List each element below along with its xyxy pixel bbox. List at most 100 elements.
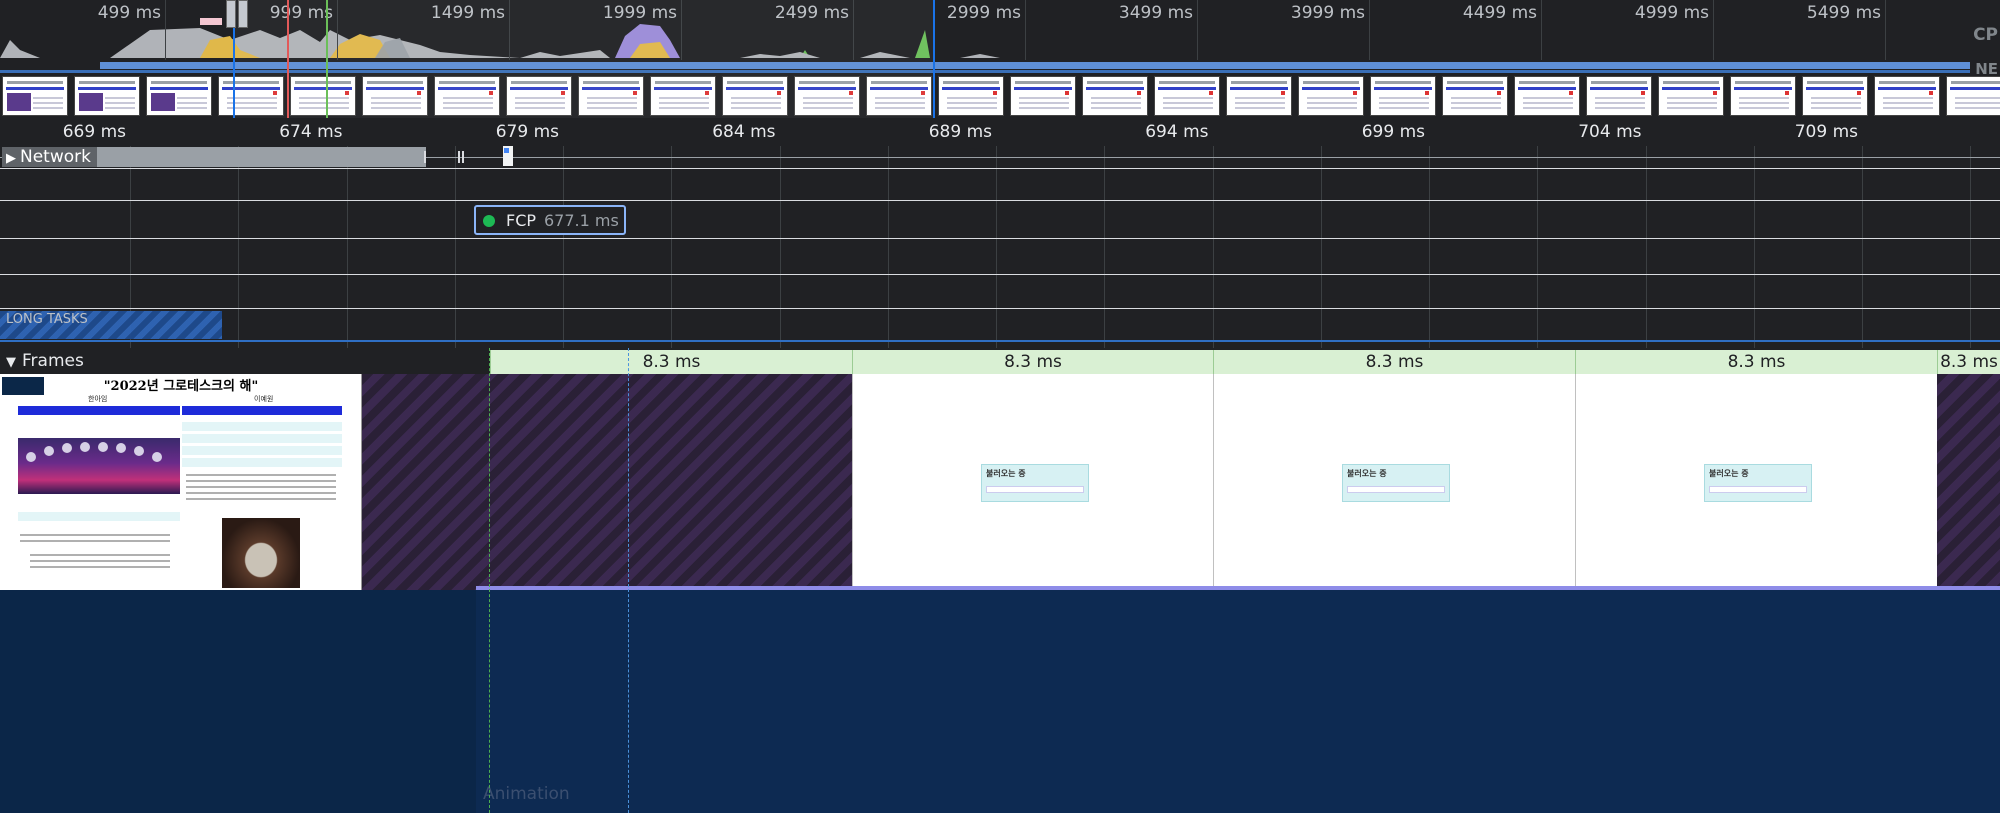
filmstrip-thumbnail[interactable] bbox=[1370, 76, 1436, 116]
ruler-tick-label: 689 ms bbox=[928, 122, 992, 142]
overview-tick-label: 5499 ms bbox=[1806, 3, 1881, 23]
frame-dropped[interactable] bbox=[1937, 374, 2000, 590]
ruler-tick-label: 669 ms bbox=[62, 122, 126, 142]
page-text-line bbox=[186, 498, 336, 500]
thumbnail-part bbox=[1159, 81, 1215, 84]
filmstrip-thumbnail[interactable] bbox=[1082, 76, 1148, 116]
timeline-overview[interactable]: 499 ms 999 ms 1499 ms 1999 ms 2499 ms 2999 ms… bbox=[0, 0, 2000, 121]
moon-icon bbox=[98, 442, 108, 452]
frame-duration[interactable]: 8.3 ms bbox=[490, 350, 852, 374]
thumbnail-line bbox=[1451, 107, 1501, 109]
filmstrip-thumbnail[interactable] bbox=[1658, 76, 1724, 116]
track-separator bbox=[0, 274, 2000, 275]
filmstrip-thumbnail[interactable] bbox=[1586, 76, 1652, 116]
thumbnail-line bbox=[1883, 102, 1933, 104]
overview-red-marker bbox=[287, 0, 289, 118]
overview-selection-window[interactable] bbox=[233, 0, 935, 118]
filmstrip-thumbnail[interactable] bbox=[1226, 76, 1292, 116]
frame-duration[interactable]: 8.3 ms bbox=[1575, 350, 1937, 374]
thumbnail-part bbox=[1086, 87, 1144, 90]
frames-track-toggle[interactable]: ▼ Frames bbox=[6, 351, 84, 371]
thumbnail-line bbox=[1955, 97, 2000, 99]
thumbnail-part bbox=[1569, 91, 1573, 95]
filmstrip-thumbnail[interactable] bbox=[2, 76, 68, 116]
network-request-bar[interactable] bbox=[54, 147, 426, 167]
thumbnail-line bbox=[1739, 97, 1789, 99]
thumbnail-part bbox=[1281, 91, 1285, 95]
selection-right-handle[interactable] bbox=[238, 0, 248, 28]
thumbnail-part bbox=[1015, 81, 1071, 84]
thumbnail-part bbox=[1807, 81, 1863, 84]
ruler-tick-label: 699 ms bbox=[1361, 122, 1425, 142]
moon-icon bbox=[44, 446, 54, 456]
filmstrip-thumbnail[interactable] bbox=[938, 76, 1004, 116]
frame-dropped[interactable] bbox=[362, 374, 852, 590]
thumbnail-line bbox=[1019, 97, 1069, 99]
page-screenshot-title: "2022년 그로테스크의 해" bbox=[103, 379, 259, 394]
frame-screenshot[interactable]: 불러오는 중 bbox=[852, 374, 1213, 590]
network-track-title: Network bbox=[20, 147, 91, 167]
thumbnail-line bbox=[177, 97, 207, 99]
thumbnail-part bbox=[1951, 81, 2000, 84]
loading-text: 불러오는 중 bbox=[1347, 469, 1387, 478]
thumbnail-part bbox=[1663, 81, 1719, 84]
filmstrip-thumbnail[interactable] bbox=[1010, 76, 1076, 116]
chevron-down-icon: ▼ bbox=[6, 355, 16, 370]
frame-page-screenshot[interactable]: "2022년 그로테스크의 해" 한아임 이예원 bbox=[0, 374, 362, 590]
thumbnail-part bbox=[1302, 87, 1360, 90]
animation-selection-bar[interactable] bbox=[476, 586, 2000, 590]
thumbnail-part bbox=[1641, 91, 1645, 95]
thumbnail-part bbox=[942, 87, 1000, 90]
filmstrip-thumbnail[interactable] bbox=[1298, 76, 1364, 116]
filmstrip-thumbnail[interactable] bbox=[146, 76, 212, 116]
filmstrip-thumbnail[interactable] bbox=[1154, 76, 1220, 116]
filmstrip-thumbnail[interactable] bbox=[1730, 76, 1796, 116]
page-row bbox=[182, 434, 342, 443]
thumbnail-line bbox=[1883, 107, 1933, 109]
page-text-line bbox=[20, 540, 170, 542]
page-text-line bbox=[30, 560, 170, 562]
filmstrip-thumbnail[interactable] bbox=[1442, 76, 1508, 116]
page-blue-band bbox=[182, 406, 342, 415]
fcp-marker[interactable]: FCP 677.1 ms bbox=[474, 205, 626, 235]
network-track-toggle[interactable]: ▶ Network bbox=[2, 147, 97, 167]
thumbnail-part bbox=[1137, 91, 1141, 95]
frame-screenshot[interactable]: 불러오는 중 bbox=[1213, 374, 1575, 590]
thumbnail-line bbox=[177, 107, 207, 109]
filmstrip-thumbnail[interactable] bbox=[1946, 76, 2000, 116]
thumbnail-part bbox=[1591, 81, 1647, 84]
thumbnail-line bbox=[105, 102, 135, 104]
fcp-marker-line bbox=[489, 348, 490, 813]
page-text-line bbox=[20, 534, 170, 536]
loading-progress bbox=[1347, 486, 1445, 493]
filmstrip-thumbnail[interactable] bbox=[1874, 76, 1940, 116]
overview-gridline bbox=[165, 0, 166, 60]
network-request-tick bbox=[462, 151, 464, 163]
network-request-color bbox=[504, 148, 509, 153]
overview-marker bbox=[200, 18, 222, 25]
frame-screenshot[interactable]: 불러오는 중 bbox=[1575, 374, 1937, 590]
thumbnail-part bbox=[1231, 81, 1287, 84]
thumbnail-line bbox=[1019, 102, 1069, 104]
thumbnail-part bbox=[1518, 87, 1576, 90]
network-track[interactable]: ▶ Network bbox=[0, 146, 2000, 168]
filmstrip-thumbnail[interactable] bbox=[1802, 76, 1868, 116]
thumbnail-part bbox=[1519, 81, 1575, 84]
selection-left-handle[interactable] bbox=[226, 0, 236, 28]
thumbnail-part bbox=[1209, 91, 1213, 95]
thumbnail-part bbox=[1065, 91, 1069, 95]
frame-duration[interactable]: 8.3 ms bbox=[1937, 350, 2000, 374]
page-vase-image bbox=[222, 518, 300, 588]
thumbnail-line bbox=[1523, 102, 1573, 104]
main-time-ruler[interactable]: 669 ms 674 ms 679 ms 684 ms 689 ms 694 ms 699 … bbox=[0, 120, 2000, 146]
thumbnail-line bbox=[1595, 107, 1645, 109]
thumbnail-line bbox=[1739, 102, 1789, 104]
thumbnail-part bbox=[1425, 91, 1429, 95]
frame-duration[interactable]: 8.3 ms bbox=[852, 350, 1213, 374]
frame-duration[interactable]: 8.3 ms bbox=[1213, 350, 1575, 374]
page-blue-band bbox=[18, 406, 180, 415]
thumbnail-part bbox=[1879, 81, 1935, 84]
overview-tick-label: 4499 ms bbox=[1462, 3, 1537, 23]
filmstrip-thumbnail[interactable] bbox=[74, 76, 140, 116]
filmstrip-thumbnail[interactable] bbox=[1514, 76, 1580, 116]
